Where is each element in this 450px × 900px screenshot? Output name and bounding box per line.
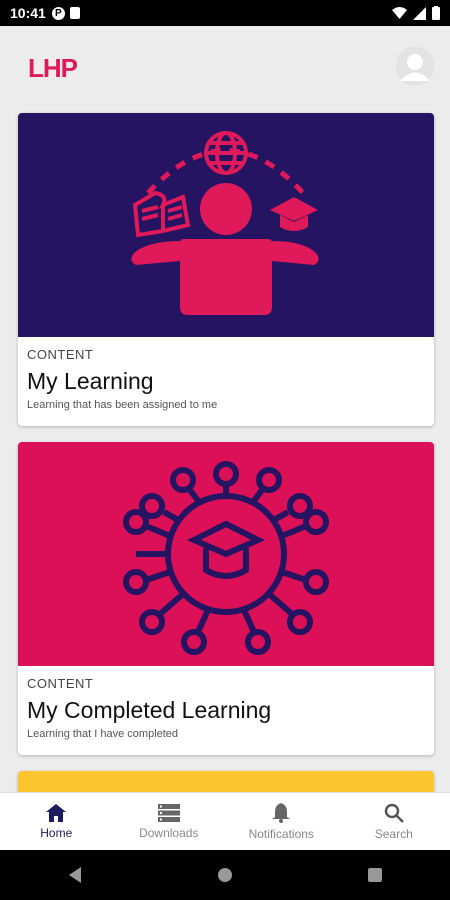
card-title: My Learning xyxy=(27,368,154,394)
system-navigation-bar xyxy=(0,850,450,900)
learner-illustration-icon xyxy=(131,131,319,315)
nav-home[interactable]: Home xyxy=(0,793,113,850)
home-icon xyxy=(46,803,67,822)
bottom-navigation: Home Downloads Notifications Search xyxy=(0,792,450,850)
bell-icon xyxy=(272,802,291,823)
home-circle-icon[interactable] xyxy=(217,867,233,883)
app-bar: LHP xyxy=(0,26,450,106)
recents-icon[interactable] xyxy=(367,867,383,883)
card-overline: CONTENT xyxy=(27,676,94,691)
nav-label: Downloads xyxy=(139,825,199,840)
status-time: 10:41 xyxy=(10,5,46,21)
downloads-icon xyxy=(157,803,180,822)
nav-notifications[interactable]: Notifications xyxy=(225,793,338,850)
nav-label: Search xyxy=(374,826,413,841)
battery-icon xyxy=(432,6,440,20)
card-my-learning[interactable]: CONTENT My Learning Learning that has be… xyxy=(18,113,434,426)
card-overline: CONTENT xyxy=(27,347,94,362)
nav-downloads[interactable]: Downloads xyxy=(113,793,226,850)
user-icon xyxy=(395,46,435,86)
card-subtitle: Learning that has been assigned to me xyxy=(27,399,218,411)
app-notification-icon: P xyxy=(51,6,65,20)
sim-icon xyxy=(69,7,80,19)
card-image xyxy=(18,442,434,666)
graduation-network-icon xyxy=(123,461,329,655)
wifi-icon xyxy=(392,7,407,19)
card-image xyxy=(18,113,434,337)
profile-avatar[interactable] xyxy=(395,46,435,86)
status-bar: 10:41 P xyxy=(0,0,450,26)
card-my-completed-learning[interactable]: CONTENT My Completed Learning Learning t… xyxy=(18,442,434,755)
app-logo: LHP xyxy=(28,53,78,83)
nav-search[interactable]: Search xyxy=(338,793,450,850)
card-title: My Completed Learning xyxy=(27,697,272,723)
content-list[interactable]: CONTENT My Learning Learning that has be… xyxy=(0,106,450,792)
card-subtitle: Learning that I have completed xyxy=(27,728,179,740)
search-icon xyxy=(384,803,404,823)
nav-label: Home xyxy=(40,825,73,840)
nav-label: Notifications xyxy=(248,826,314,841)
card-next[interactable] xyxy=(18,771,434,792)
back-icon[interactable] xyxy=(67,867,83,883)
signal-icon xyxy=(413,6,426,20)
